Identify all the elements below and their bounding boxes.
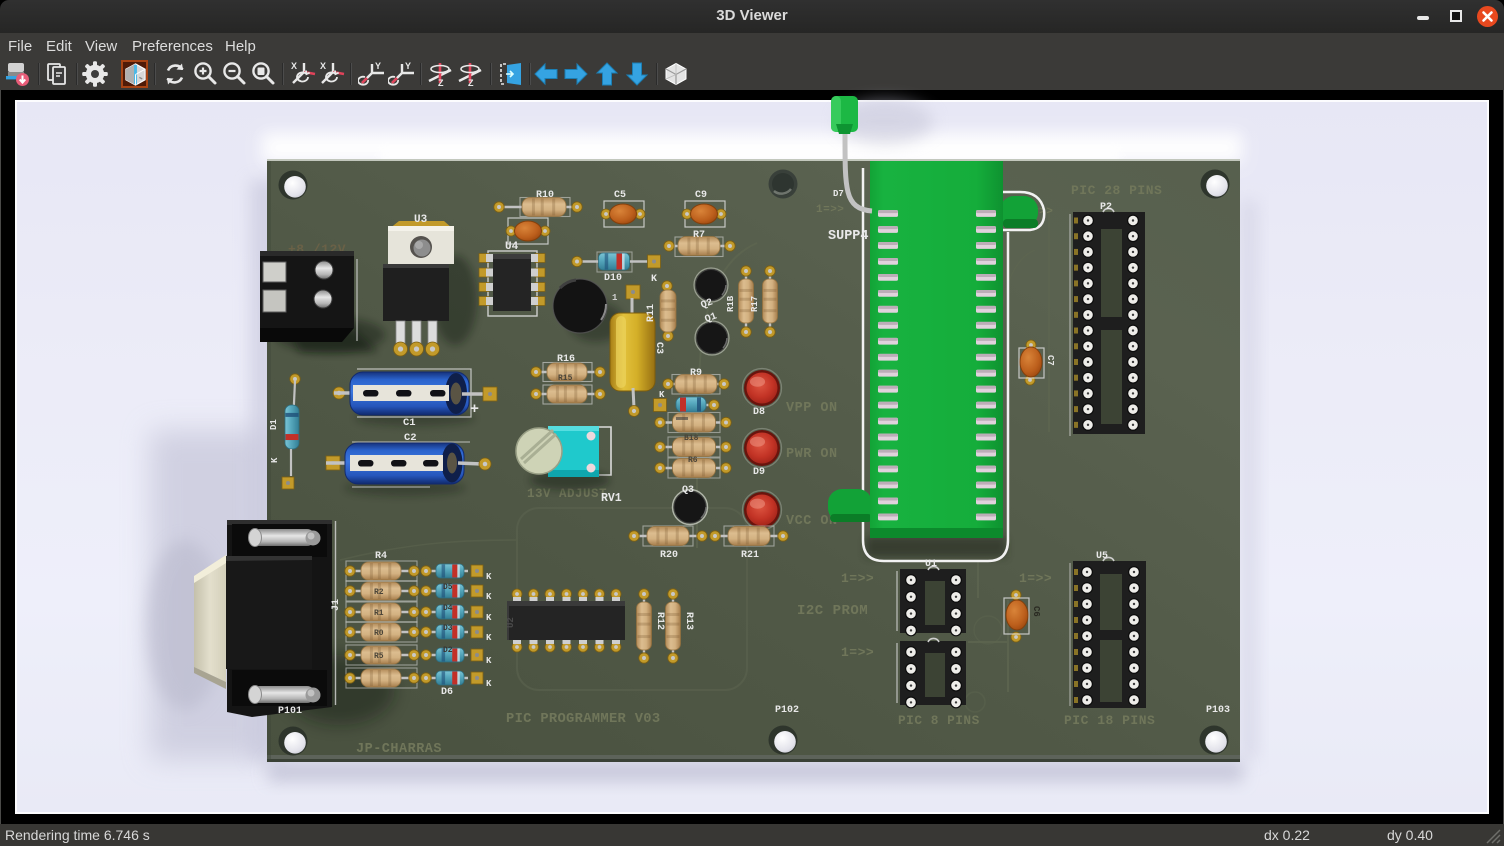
svg-text:P103: P103 <box>1206 705 1230 716</box>
svg-text:P2: P2 <box>1100 202 1112 213</box>
svg-text:R1: R1 <box>374 609 384 618</box>
svg-text:VCC ON: VCC ON <box>786 514 838 529</box>
svg-text:C6: C6 <box>1031 606 1041 617</box>
svg-text:R20: R20 <box>660 550 678 561</box>
svg-text:R6: R6 <box>688 456 698 465</box>
svg-text:1: 1 <box>612 293 618 303</box>
svg-text:1=>>: 1=>> <box>1019 571 1052 586</box>
svg-text:D8: D8 <box>753 407 765 418</box>
svg-text:R9: R9 <box>690 368 702 379</box>
svg-text:P101: P101 <box>278 706 302 717</box>
svg-text:D4: D4 <box>443 604 453 613</box>
svg-text:1=>>: 1=>> <box>841 645 874 660</box>
svg-text:R4: R4 <box>375 551 387 562</box>
svg-text:K: K <box>486 613 492 623</box>
svg-text:D2: D2 <box>443 646 453 655</box>
svg-text:VPP ON: VPP ON <box>786 401 838 416</box>
svg-text:SUPP4: SUPP4 <box>828 229 869 244</box>
svg-text:RV1: RV1 <box>601 492 622 505</box>
svg-text:D7: D7 <box>833 189 844 199</box>
svg-text:R21: R21 <box>741 550 759 561</box>
svg-text:J1: J1 <box>331 599 342 611</box>
svg-text:JP-CHARRAS: JP-CHARRAS <box>356 742 442 757</box>
svg-text:PIC 28 PINS: PIC 28 PINS <box>1071 183 1162 198</box>
svg-text:K: K <box>486 633 492 643</box>
svg-text:U2: U2 <box>506 617 516 628</box>
svg-text:+: + <box>470 401 479 418</box>
svg-text:R12: R12 <box>654 612 665 630</box>
svg-text:R5: R5 <box>374 652 384 661</box>
svg-text:U1: U1 <box>925 559 937 570</box>
svg-text:R13: R13 <box>683 612 694 630</box>
svg-text:PWR ON: PWR ON <box>786 447 838 462</box>
svg-text:1=>>: 1=>> <box>841 571 874 586</box>
svg-text:C5: C5 <box>614 190 626 201</box>
svg-text:K: K <box>486 679 492 689</box>
svg-text:B18: B18 <box>684 434 699 443</box>
svg-text:K: K <box>651 274 657 285</box>
svg-text:U3: U3 <box>414 214 428 226</box>
svg-text:K: K <box>486 572 492 582</box>
svg-text:U4: U4 <box>505 241 519 253</box>
svg-text:K: K <box>486 656 492 666</box>
svg-text:R11: R11 <box>646 304 657 322</box>
svg-text:C1: C1 <box>403 417 416 429</box>
svg-text:D1: D1 <box>269 419 279 430</box>
svg-text:PIC 8 PINS: PIC 8 PINS <box>898 713 980 728</box>
svg-text:R7: R7 <box>693 230 705 241</box>
svg-text:K: K <box>486 592 492 602</box>
svg-text:D5: D5 <box>443 583 453 592</box>
svg-text:PIC 18 PINS: PIC 18 PINS <box>1064 713 1155 728</box>
svg-text:R0: R0 <box>374 629 384 638</box>
svg-text:D10: D10 <box>604 273 622 284</box>
svg-text:Q3: Q3 <box>682 485 694 496</box>
svg-text:R2: R2 <box>374 588 384 597</box>
svg-text:U5: U5 <box>1096 551 1108 562</box>
svg-text:PIC PROGRAMMER V03: PIC PROGRAMMER V03 <box>506 712 660 727</box>
svg-text:P102: P102 <box>775 705 799 716</box>
svg-text:C7: C7 <box>1045 355 1055 366</box>
svg-text:K: K <box>270 457 280 463</box>
svg-text:D3: D3 <box>443 624 453 633</box>
svg-text:D6: D6 <box>441 687 453 698</box>
svg-text:C9: C9 <box>695 190 707 201</box>
svg-text:R1B: R1B <box>726 295 736 312</box>
svg-text:K: K <box>659 390 665 400</box>
svg-text:I2C PROM: I2C PROM <box>797 603 868 619</box>
svg-text:D9: D9 <box>753 467 765 478</box>
svg-text:R10: R10 <box>536 190 554 201</box>
svg-text:1=>>: 1=>> <box>816 204 844 216</box>
svg-text:C3: C3 <box>653 342 664 354</box>
svg-text:R17: R17 <box>750 296 760 312</box>
svg-text:R15: R15 <box>558 374 573 383</box>
svg-text:C2: C2 <box>404 432 417 444</box>
